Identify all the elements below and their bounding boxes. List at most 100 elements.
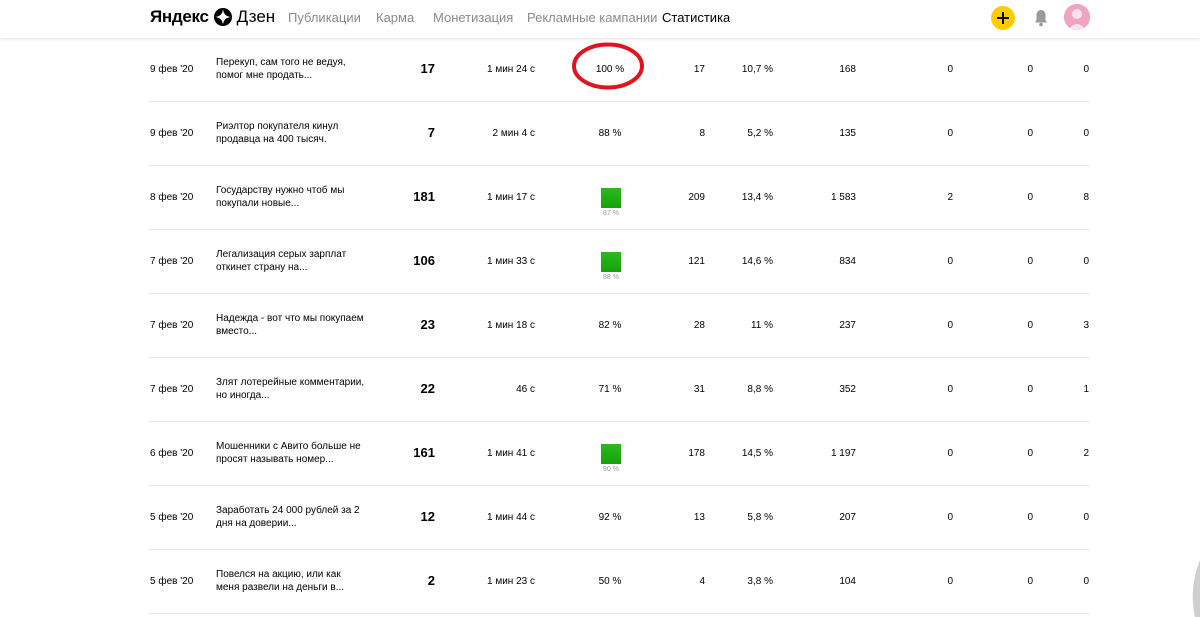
views-cell: 181	[413, 189, 435, 204]
stats-table: 9 фев '20 Перекуп, сам того не ведуя, пом…	[148, 38, 1090, 614]
ctr-cell: 14,5 %	[741, 448, 773, 459]
likes-cell: 0	[947, 320, 953, 331]
comments-cell: 0	[1027, 192, 1033, 203]
likes-cell: 2	[947, 192, 953, 203]
read-time-cell: 1 мин 23 с	[486, 576, 535, 587]
views-cell: 7	[427, 125, 435, 140]
create-publication-button[interactable]	[991, 6, 1015, 30]
nav-item-monetization[interactable]: Монетизация	[433, 10, 513, 25]
nav-item-karma[interactable]: Карма	[376, 10, 414, 25]
comments-cell: 0	[1027, 128, 1033, 139]
comments-cell: 0	[1027, 320, 1033, 331]
table-row: 9 фев '20 Перекуп, сам того не ведуя, пом…	[148, 38, 1090, 102]
views-cell: 161	[413, 445, 435, 460]
views-cell: 12	[420, 509, 435, 524]
date-cell: 8 фев '20	[150, 192, 194, 203]
article-title-link[interactable]: Заработать 24 000 рублей за 2 дня на дов…	[216, 504, 366, 530]
ctr-cell: 11 %	[750, 320, 773, 331]
reads-cell: 4	[699, 576, 705, 587]
likes-cell: 0	[947, 384, 953, 395]
nav-item-statistics[interactable]: Статистика	[662, 10, 730, 25]
table-row: 5 фев '20 Повелся на акцию, или как меня …	[148, 550, 1090, 614]
logo-word-yandex: Яндекс	[150, 7, 209, 26]
reads-cell: 178	[688, 448, 705, 459]
date-cell: 9 фев '20	[150, 64, 194, 75]
subscriptions-cell: 2	[1083, 448, 1089, 459]
table-row: 5 фев '20 Заработать 24 000 рублей за 2 д…	[148, 486, 1090, 550]
scrollbar[interactable]	[1188, 560, 1200, 617]
views-cell: 2	[427, 573, 435, 588]
reads-cell: 28	[693, 320, 705, 331]
ctr-cell: 5,8 %	[747, 512, 773, 523]
read-rate-cell: 71 %	[598, 384, 622, 395]
reads-cell: 31	[693, 384, 705, 395]
logo-word-zen: Дзен	[236, 7, 276, 26]
article-title-link[interactable]: Риэлтор покупателя кинул продавца на 400…	[216, 120, 366, 146]
article-title-link[interactable]: Государству нужно чтоб мы покупали новые…	[216, 184, 366, 210]
likes-cell: 0	[947, 448, 953, 459]
user-avatar[interactable]	[1064, 4, 1090, 30]
read-time-cell: 1 мин 24 с	[486, 64, 535, 75]
impressions-cell: 237	[839, 320, 856, 331]
comments-cell: 0	[1027, 384, 1033, 395]
reads-cell: 209	[688, 192, 705, 203]
subscriptions-cell: 0	[1083, 256, 1089, 267]
top-header: Яндекс Дзен Публикации Карма Монетизация…	[0, 0, 1200, 38]
article-title-link[interactable]: Злят лотерейные комментарии, но иногда..…	[216, 376, 366, 402]
read-rate-cell: 50 %	[598, 576, 622, 587]
impressions-cell: 1 583	[830, 192, 856, 203]
comments-cell: 0	[1027, 64, 1033, 75]
article-title-link[interactable]: Перекуп, сам того не ведуя, помог мне пр…	[216, 56, 366, 82]
impressions-cell: 1 197	[830, 448, 856, 459]
read-rate-cell: 88 %	[598, 128, 622, 139]
impressions-cell: 104	[839, 576, 856, 587]
nav-item-publications[interactable]: Публикации	[288, 10, 361, 25]
read-time-cell: 1 мин 18 с	[486, 320, 535, 331]
impressions-cell: 352	[839, 384, 856, 395]
subscriptions-cell: 3	[1083, 320, 1089, 331]
likes-cell: 0	[947, 576, 953, 587]
ctr-cell: 14,6 %	[741, 256, 773, 267]
read-time-cell: 2 мин 4 с	[492, 128, 535, 139]
table-row: 7 фев '20 Злят лотерейные комментарии, но…	[148, 358, 1090, 422]
nav-item-ad-campaigns[interactable]: Рекламные кампании	[527, 10, 657, 25]
comments-cell: 0	[1027, 448, 1033, 459]
date-cell: 9 фев '20	[150, 128, 194, 139]
article-title-link[interactable]: Надежда - вот что мы покупаем вместо...	[216, 312, 366, 338]
subscriptions-cell: 8	[1083, 192, 1089, 203]
read-time-cell: 1 мин 17 с	[486, 192, 535, 203]
table-row: 9 фев '20 Риэлтор покупателя кинул продав…	[148, 102, 1090, 166]
reads-cell: 13	[693, 512, 705, 523]
impressions-cell: 135	[839, 128, 856, 139]
ctr-cell: 13,4 %	[741, 192, 773, 203]
subscriptions-cell: 0	[1083, 128, 1089, 139]
subscriptions-cell: 0	[1083, 64, 1089, 75]
views-cell: 17	[420, 61, 435, 76]
table-row: 7 фев '20 Надежда - вот что мы покупаем в…	[148, 294, 1090, 358]
highlight-circle	[572, 42, 644, 90]
read-rate-cell: 87 %	[603, 210, 619, 217]
plus-icon	[997, 12, 1009, 24]
article-title-link[interactable]: Легализация серых зарплат откинет страну…	[216, 248, 366, 274]
subscriptions-cell: 0	[1083, 512, 1089, 523]
table-row: 7 фев '20 Легализация серых зарплат откин…	[148, 230, 1090, 294]
likes-cell: 0	[947, 128, 953, 139]
date-cell: 7 фев '20	[150, 384, 194, 395]
read-rate-cell: 88 %	[603, 274, 619, 281]
likes-cell: 0	[947, 256, 953, 267]
date-cell: 5 фев '20	[150, 576, 194, 587]
comments-cell: 0	[1027, 512, 1033, 523]
avatar-image	[1064, 4, 1090, 30]
read-rate-bar	[601, 188, 621, 208]
read-time-cell: 46 с	[516, 384, 535, 395]
article-title-link[interactable]: Повелся на акцию, или как меня развели н…	[216, 568, 366, 594]
yandex-zen-logo[interactable]: Яндекс Дзен	[150, 6, 275, 28]
zen-logo-icon	[213, 8, 232, 26]
bell-icon[interactable]	[1033, 9, 1049, 27]
impressions-cell: 207	[839, 512, 856, 523]
subscriptions-cell: 0	[1083, 576, 1089, 587]
ctr-cell: 8,8 %	[747, 384, 773, 395]
read-rate-cell: 82 %	[598, 320, 622, 331]
article-title-link[interactable]: Мошенники с Авито больше не просят назыв…	[216, 440, 366, 466]
likes-cell: 0	[947, 512, 953, 523]
